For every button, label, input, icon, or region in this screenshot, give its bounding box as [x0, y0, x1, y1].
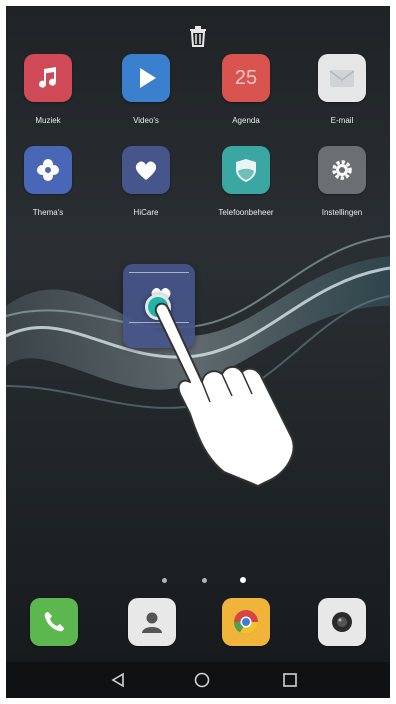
app-settings[interactable]: Instellingen	[306, 146, 378, 218]
app-themes[interactable]: Thema's	[12, 146, 84, 218]
app-email[interactable]: E-mail	[306, 54, 378, 126]
app-grid: Muziek Video's 25 Agenda E-mail Thema's …	[6, 54, 390, 259]
music-note-icon	[24, 54, 72, 102]
phone-icon[interactable]	[30, 598, 78, 646]
app-videos[interactable]: Video's	[110, 54, 182, 126]
app-label: Agenda	[232, 116, 260, 125]
page-dot[interactable]	[162, 578, 167, 583]
app-label: E-mail	[330, 116, 354, 125]
play-icon	[122, 54, 170, 102]
camera-icon[interactable]	[318, 598, 366, 646]
home-icon[interactable]	[192, 671, 212, 689]
back-icon[interactable]	[108, 671, 128, 689]
calendar-date: 25	[234, 66, 258, 89]
heart-icon	[122, 146, 170, 194]
navigation-bar	[6, 662, 390, 698]
dock	[6, 598, 390, 658]
drag-guide-line	[129, 272, 189, 273]
app-calendar[interactable]: 25 Agenda	[210, 54, 282, 126]
page-dot[interactable]	[202, 578, 207, 583]
envelope-icon	[318, 54, 366, 102]
shield-icon	[222, 146, 270, 194]
calendar-icon: 25	[222, 54, 270, 102]
page-indicator	[6, 576, 390, 586]
page-dot-active[interactable]	[240, 577, 246, 583]
contact-icon[interactable]	[128, 598, 176, 646]
hand-pointer-icon	[154, 302, 295, 487]
home-screen: Muziek Video's 25 Agenda E-mail Thema's …	[6, 6, 390, 698]
app-label: Muziek	[35, 116, 61, 125]
flower-icon	[24, 146, 72, 194]
app-music[interactable]: Muziek	[12, 54, 84, 126]
app-label: HiCare	[133, 208, 159, 217]
chrome-icon[interactable]	[222, 598, 270, 646]
gear-icon	[318, 146, 366, 194]
app-label: Telefoonbeheer	[218, 208, 274, 217]
uninstall-trash-icon[interactable]	[187, 24, 209, 48]
recents-icon[interactable]	[280, 671, 300, 689]
app-label: Instellingen	[321, 208, 363, 217]
app-label: Thema's	[32, 208, 64, 217]
app-hicare[interactable]: HiCare	[110, 146, 182, 218]
app-label: Video's	[133, 116, 159, 125]
app-phone-manager[interactable]: Telefoonbeheer	[210, 146, 282, 218]
